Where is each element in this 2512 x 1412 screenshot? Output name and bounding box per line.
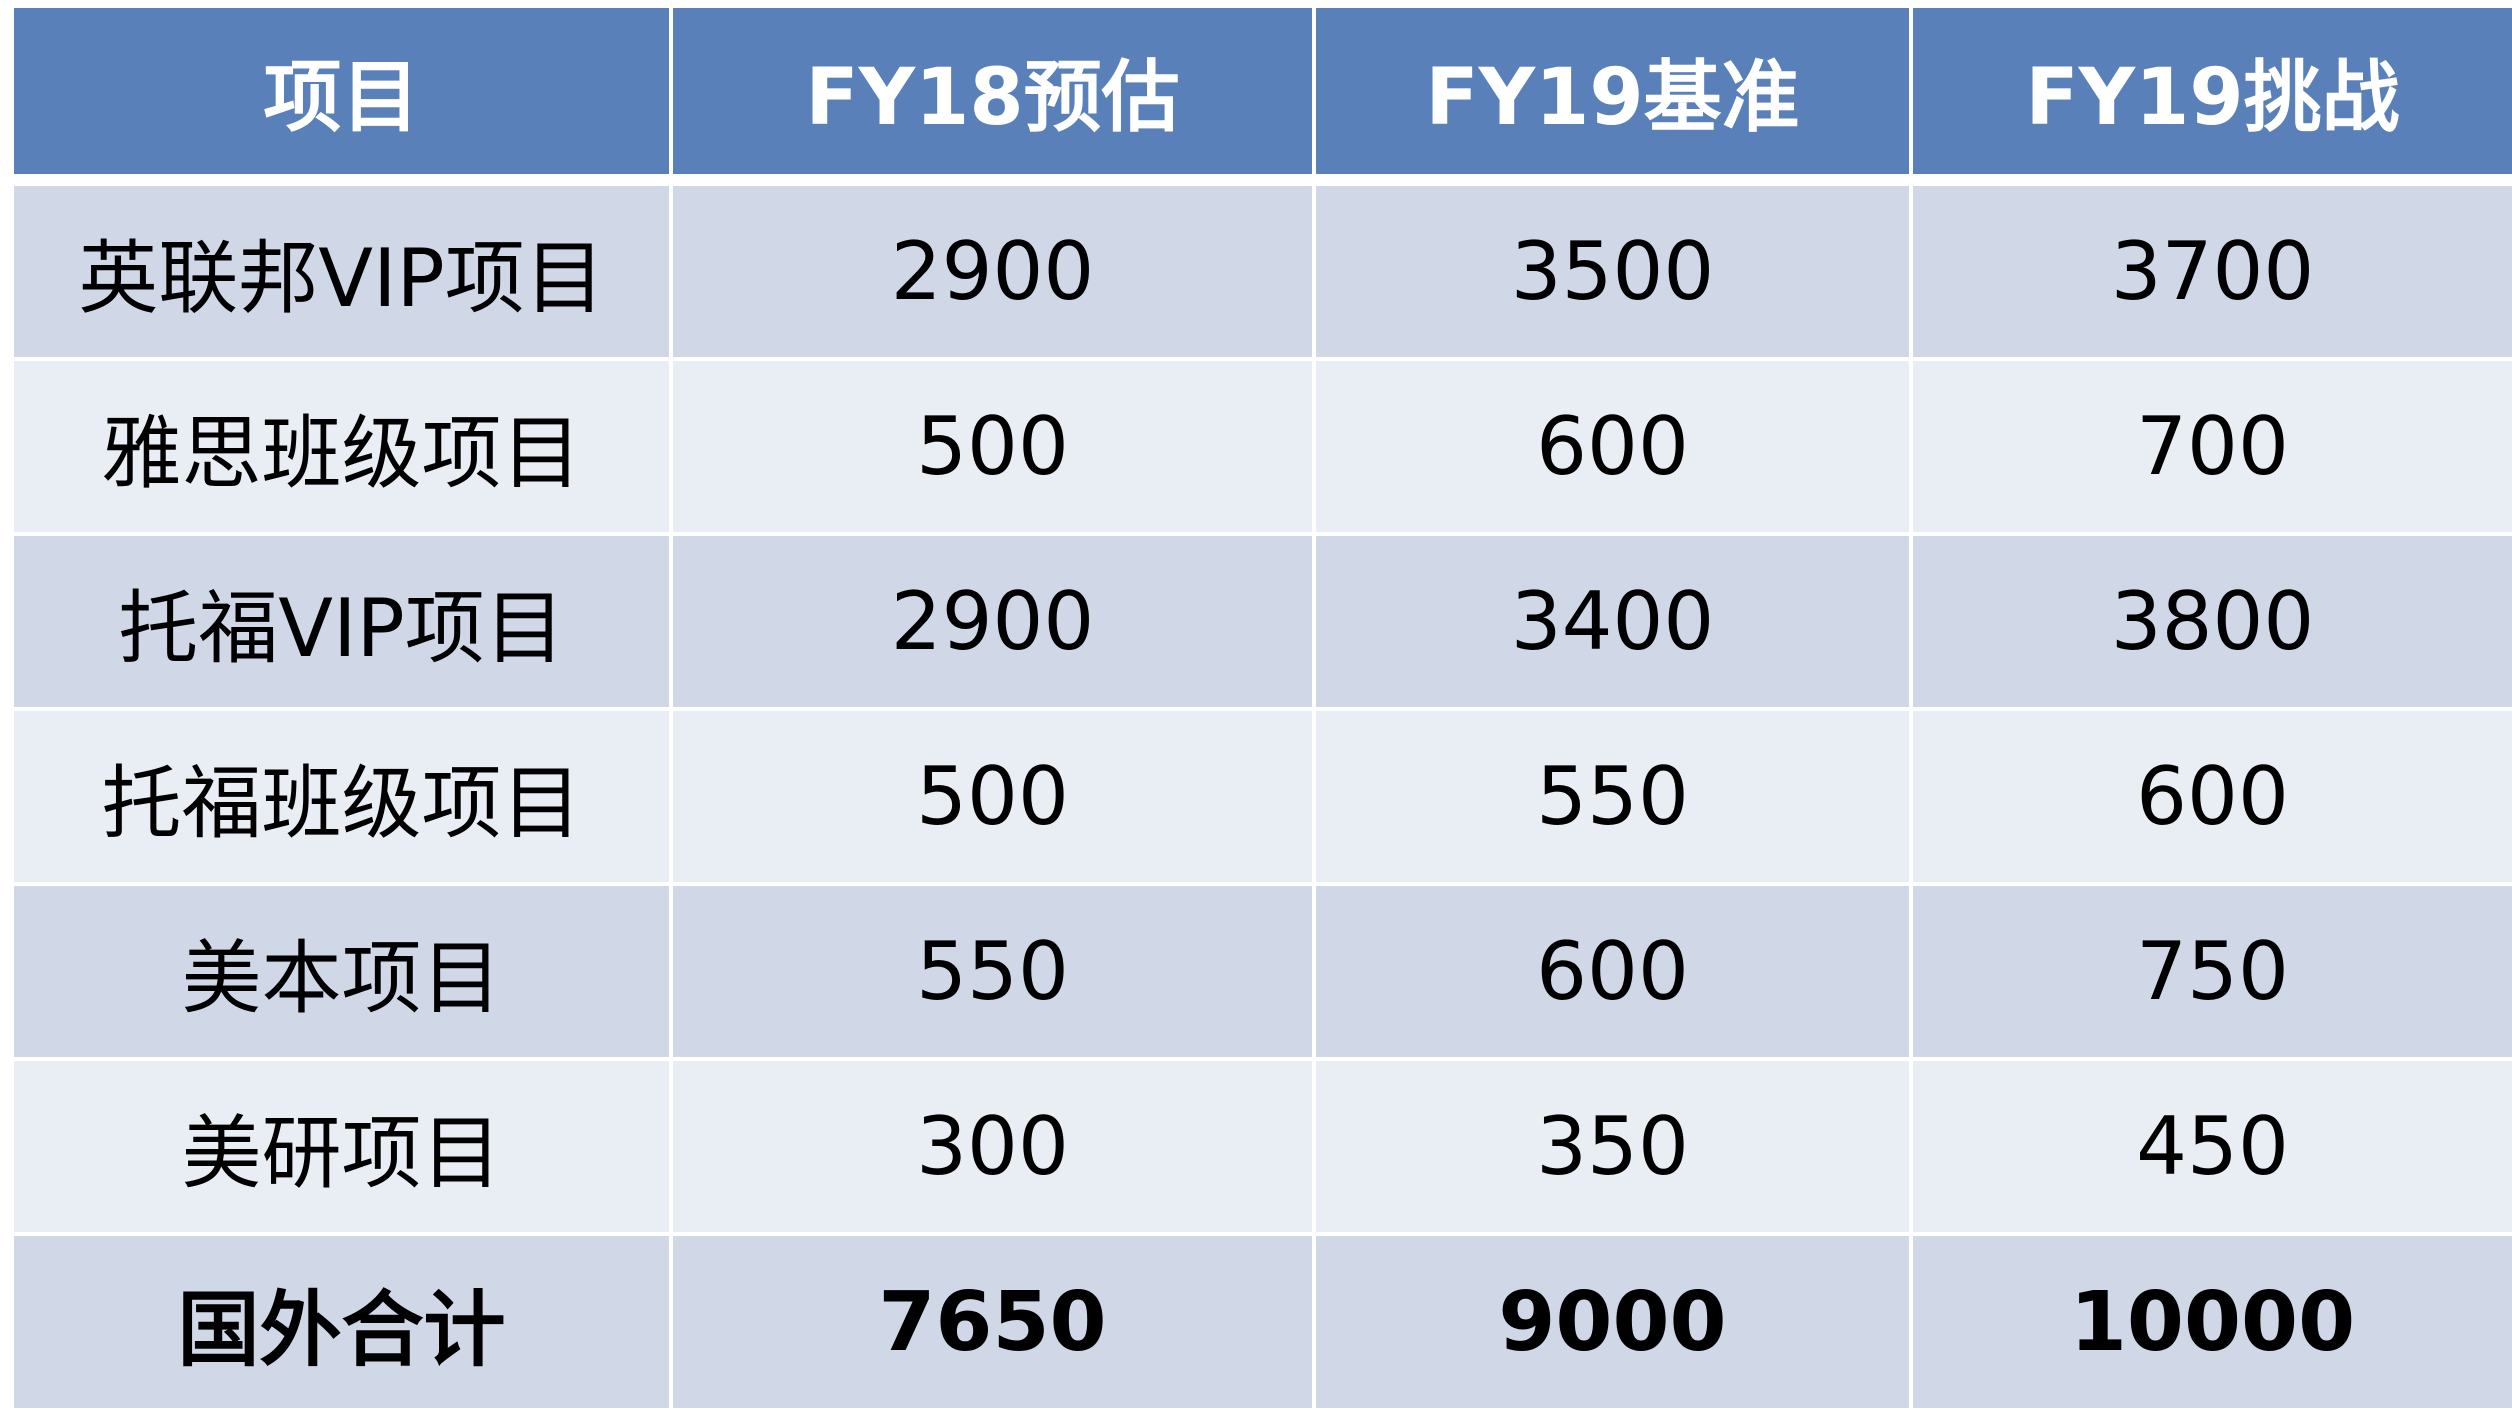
header-row: 项目 FY18预估 FY19基准 FY19挑战	[14, 8, 2512, 186]
column-header-fy19-challenge: FY19挑战	[1913, 8, 2512, 186]
value-cell: 600	[1316, 886, 1913, 1061]
value-cell: 600	[1913, 711, 2512, 886]
column-header-item: 项目	[14, 8, 673, 186]
value-cell: 500	[673, 361, 1316, 536]
table-row: 雅思班级项目 500 600 700	[14, 361, 2512, 536]
value-cell: 550	[1316, 711, 1913, 886]
value-cell: 2900	[673, 186, 1316, 361]
table-body: 英联邦VIP项目 2900 3500 3700 雅思班级项目 500 600 7…	[14, 186, 2512, 1412]
value-cell: 2900	[673, 536, 1316, 711]
total-value-cell: 7650	[673, 1236, 1316, 1412]
value-cell: 600	[1316, 361, 1913, 536]
table-row: 美本项目 550 600 750	[14, 886, 2512, 1061]
total-label-cell: 国外合计	[14, 1236, 673, 1412]
value-cell: 3800	[1913, 536, 2512, 711]
value-cell: 3400	[1316, 536, 1913, 711]
value-cell: 750	[1913, 886, 2512, 1061]
value-cell: 3700	[1913, 186, 2512, 361]
column-header-fy19-baseline: FY19基准	[1316, 8, 1913, 186]
total-value-cell: 9000	[1316, 1236, 1913, 1412]
row-label-cell: 雅思班级项目	[14, 361, 673, 536]
table-row: 美研项目 300 350 450	[14, 1061, 2512, 1236]
value-cell: 350	[1316, 1061, 1913, 1236]
row-label-cell: 美本项目	[14, 886, 673, 1061]
total-value-cell: 10000	[1913, 1236, 2512, 1412]
row-label-cell: 美研项目	[14, 1061, 673, 1236]
table-row: 托福VIP项目 2900 3400 3800	[14, 536, 2512, 711]
value-cell: 3500	[1316, 186, 1913, 361]
value-cell: 300	[673, 1061, 1316, 1236]
total-row: 国外合计 7650 9000 10000	[14, 1236, 2512, 1412]
value-cell: 550	[673, 886, 1316, 1061]
value-cell: 500	[673, 711, 1316, 886]
value-cell: 450	[1913, 1061, 2512, 1236]
row-label-cell: 英联邦VIP项目	[14, 186, 673, 361]
table-row: 托福班级项目 500 550 600	[14, 711, 2512, 886]
row-label-cell: 托福VIP项目	[14, 536, 673, 711]
column-header-fy18-estimate: FY18预估	[673, 8, 1316, 186]
row-label-cell: 托福班级项目	[14, 711, 673, 886]
data-table: 项目 FY18预估 FY19基准 FY19挑战 英联邦VIP项目 2900 35…	[14, 8, 2512, 1412]
value-cell: 700	[1913, 361, 2512, 536]
data-table-container: 项目 FY18预估 FY19基准 FY19挑战 英联邦VIP项目 2900 35…	[14, 8, 2512, 1412]
table-header: 项目 FY18预估 FY19基准 FY19挑战	[14, 8, 2512, 186]
table-row: 英联邦VIP项目 2900 3500 3700	[14, 186, 2512, 361]
